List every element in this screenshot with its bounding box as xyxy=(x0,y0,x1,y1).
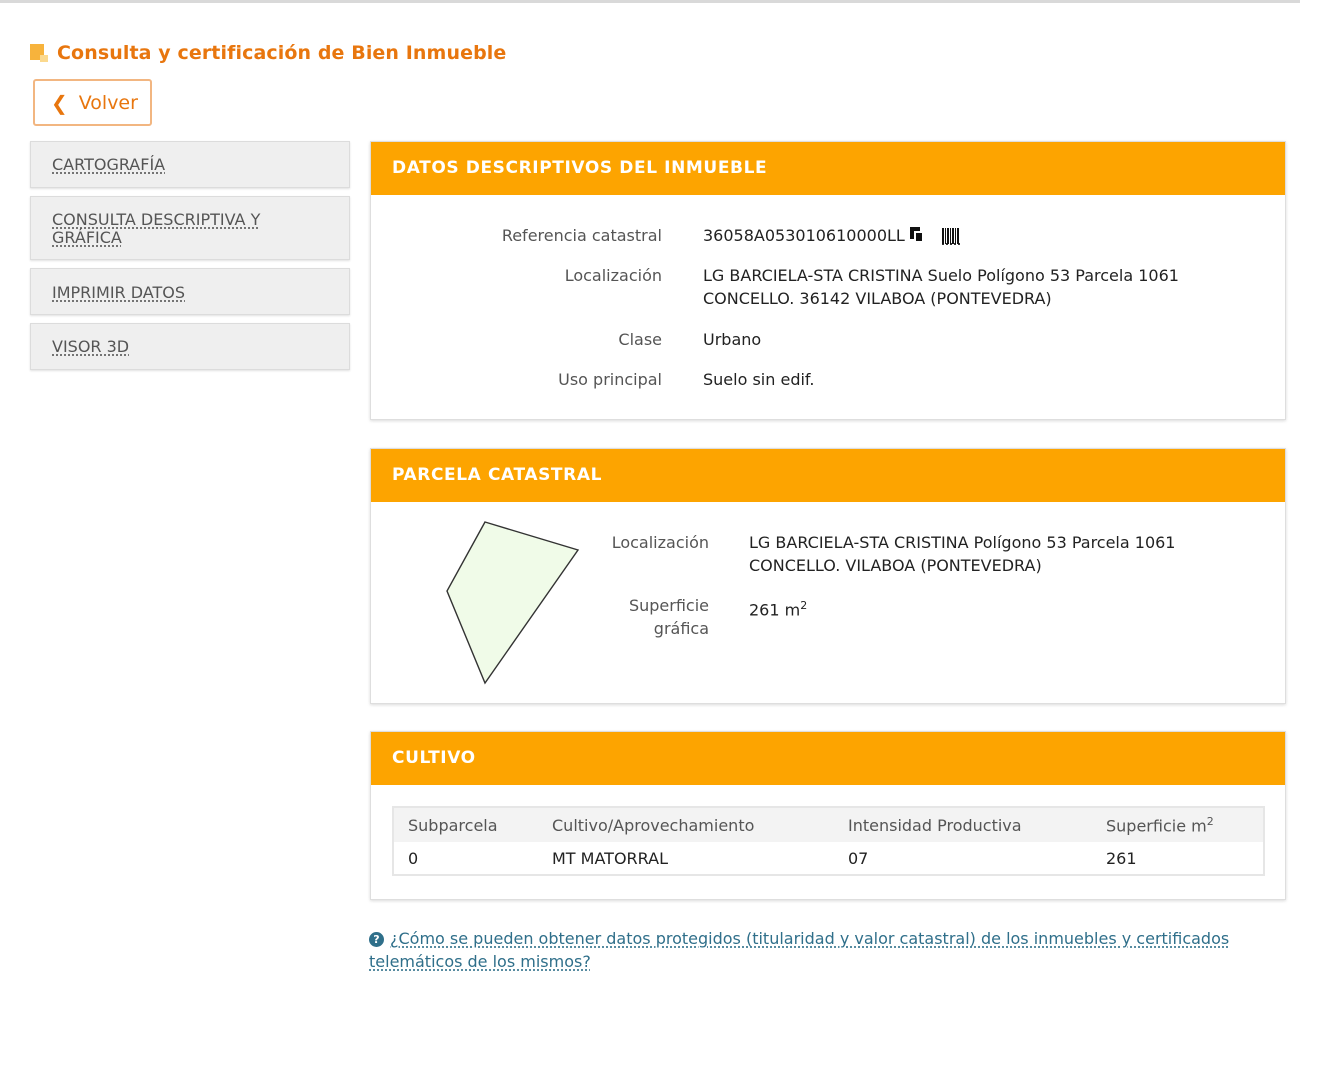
chevron-left-icon: ❮ xyxy=(51,90,68,115)
col-superficie: Superficie m2 xyxy=(1092,807,1264,842)
cell-intensidad: 07 xyxy=(834,842,1092,875)
back-button[interactable]: ❮ Volver xyxy=(33,79,152,126)
cell-cultivo: MT MATORRAL xyxy=(538,842,834,875)
question-icon: ? xyxy=(369,932,384,947)
barcode-icon[interactable] xyxy=(941,227,960,245)
cultivo-panel: CULTIVO Subparcela Cultivo/Aprovechamien… xyxy=(370,731,1286,900)
col-superficie-exponent: 2 xyxy=(1206,814,1214,828)
sidebar-item-label: IMPRIMIR DATOS xyxy=(52,283,185,302)
parcel-shape[interactable] xyxy=(446,521,581,687)
help-link-text: ¿Cómo se pueden obtener datos protegidos… xyxy=(369,929,1230,971)
top-rule xyxy=(0,0,1300,3)
page-title: Consulta y certificación de Bien Inmuebl… xyxy=(57,42,507,64)
col-intensidad: Intensidad Productiva xyxy=(834,807,1092,842)
superficie-label-line-2: gráfica xyxy=(653,619,709,638)
col-superficie-label: Superficie m xyxy=(1106,816,1207,836)
superficie-value: 261 m2 xyxy=(749,594,1269,621)
ref-catastral-label: Referencia catastral xyxy=(501,226,662,245)
square-logo-icon xyxy=(30,44,48,62)
panel-title: CULTIVO xyxy=(371,732,1285,785)
col-subparcela: Subparcela xyxy=(393,807,538,842)
localizacion-line-1: LG BARCIELA-STA CRISTINA Suelo Polígono … xyxy=(703,266,1179,285)
parcela-localizacion-value: LG BARCIELA-STA CRISTINA Polígono 53 Par… xyxy=(749,531,1269,577)
localizacion-value: LG BARCIELA-STA CRISTINA Suelo Polígono … xyxy=(703,264,1263,310)
col-cultivo: Cultivo/Aprovechamiento xyxy=(538,807,834,842)
parcela-catastral-panel: PARCELA CATASTRAL Localización LG BARCIE… xyxy=(370,448,1286,704)
ref-catastral-value-wrap: 36058A053010610000LL xyxy=(703,224,1263,247)
sidebar: CARTOGRAFÍA CONSULTA DESCRIPTIVA Y GRÁFI… xyxy=(30,141,350,378)
clase-value: Urbano xyxy=(703,330,762,349)
superficie-number: 261 m xyxy=(749,600,801,620)
uso-principal-label: Uso principal xyxy=(558,370,662,389)
datos-descriptivos-panel: DATOS DESCRIPTIVOS DEL INMUEBLE Referenc… xyxy=(370,141,1286,420)
sidebar-item-label: CONSULTA DESCRIPTIVA Y GRÁFICA xyxy=(52,210,261,247)
parcela-localizacion-line-1: LG BARCIELA-STA CRISTINA Polígono 53 Par… xyxy=(749,533,1176,552)
sidebar-item-cartografia[interactable]: CARTOGRAFÍA xyxy=(30,141,350,188)
table-header-row: Subparcela Cultivo/Aprovechamiento Inten… xyxy=(393,807,1264,842)
ref-catastral-value: 36058A053010610000LL xyxy=(703,226,905,245)
sidebar-item-label: CARTOGRAFÍA xyxy=(52,155,166,174)
uso-principal-value: Suelo sin edif. xyxy=(703,370,815,389)
page-header: Consulta y certificación de Bien Inmuebl… xyxy=(30,42,506,64)
sidebar-item-visor-3d[interactable]: VISOR 3D xyxy=(30,323,350,370)
sidebar-item-label: VISOR 3D xyxy=(52,337,130,356)
panel-title: PARCELA CATASTRAL xyxy=(371,449,1285,502)
copy-icon[interactable] xyxy=(909,227,924,243)
cell-subparcela: 0 xyxy=(393,842,538,875)
parcela-localizacion-line-2: CONCELLO. VILABOA (PONTEVEDRA) xyxy=(749,556,1042,575)
localizacion-label: Localización xyxy=(564,266,662,285)
table-row: 0 MT MATORRAL 07 261 xyxy=(393,842,1264,875)
localizacion-line-2: CONCELLO. 36142 VILABOA (PONTEVEDRA) xyxy=(703,289,1052,308)
sidebar-item-consulta-descriptiva[interactable]: CONSULTA DESCRIPTIVA Y GRÁFICA xyxy=(30,196,350,260)
clase-label: Clase xyxy=(618,330,662,349)
sidebar-item-imprimir-datos[interactable]: IMPRIMIR DATOS xyxy=(30,268,350,315)
superficie-exponent: 2 xyxy=(800,599,808,612)
parcela-localizacion-label: Localización xyxy=(611,533,709,552)
superficie-label: Superficie gráfica xyxy=(607,594,709,640)
cell-superficie: 261 xyxy=(1092,842,1264,875)
help-link[interactable]: ? ¿Cómo se pueden obtener datos protegido… xyxy=(369,927,1269,973)
back-button-label: Volver xyxy=(78,91,138,114)
cultivo-table: Subparcela Cultivo/Aprovechamiento Inten… xyxy=(392,806,1265,876)
panel-title: DATOS DESCRIPTIVOS DEL INMUEBLE xyxy=(371,142,1285,195)
superficie-label-line-1: Superficie xyxy=(628,596,709,615)
